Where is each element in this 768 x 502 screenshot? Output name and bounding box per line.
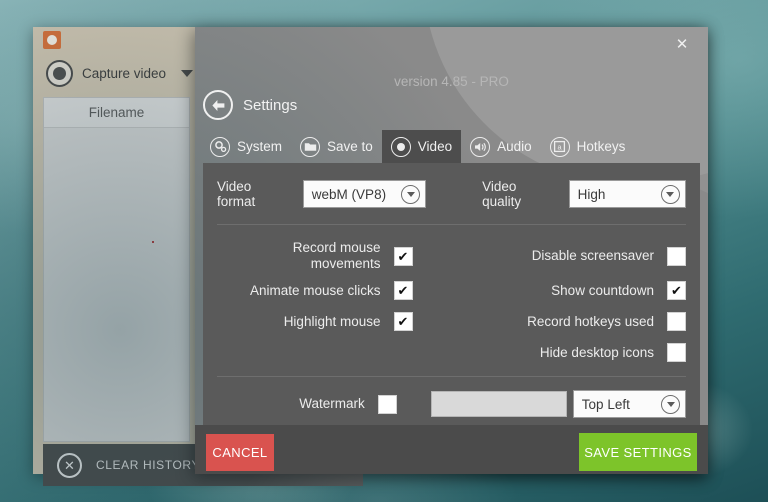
options-area: Record mouse movements ✔ Animate mouse c…: [217, 237, 686, 368]
close-icon[interactable]: ✕: [670, 32, 694, 56]
option-animate-mouse-clicks[interactable]: Animate mouse clicks ✔: [217, 275, 452, 306]
caret-down-icon[interactable]: [181, 69, 194, 77]
watermark-position-select[interactable]: Top Left: [572, 390, 686, 418]
tab-system[interactable]: System: [201, 130, 291, 163]
checkbox-hide-desktop-icons[interactable]: [667, 343, 686, 362]
capture-video-label: Capture video: [82, 65, 167, 81]
watermark-row: Watermark Top Left: [217, 390, 686, 418]
checkbox-record-mouse-movements[interactable]: ✔: [393, 246, 413, 266]
cursor-dot: [152, 241, 154, 243]
dialog-action-bar: CANCEL SAVE SETTINGS: [195, 425, 708, 474]
page-title: Settings: [243, 96, 298, 114]
record-dot-icon: [390, 136, 411, 157]
video-format-value: webM (VP8): [311, 186, 387, 202]
checkbox-show-countdown[interactable]: ✔: [667, 281, 686, 300]
option-hide-desktop-icons[interactable]: Hide desktop icons: [452, 337, 686, 368]
option-label: Record hotkeys used: [527, 313, 654, 329]
video-quality-select[interactable]: High: [568, 180, 686, 208]
close-circle-icon: ✕: [57, 452, 82, 478]
tab-hotkeys-label: Hotkeys: [576, 139, 626, 154]
gears-icon: [210, 136, 230, 157]
option-label: Highlight mouse: [283, 313, 381, 329]
video-quality-value: High: [577, 186, 606, 202]
tab-system-label: System: [237, 139, 283, 154]
watermark-label: Watermark: [299, 396, 365, 412]
tab-video[interactable]: Video: [381, 130, 462, 163]
file-list-header: Filename: [44, 98, 189, 128]
tab-audio[interactable]: Audio: [461, 130, 541, 163]
save-settings-button[interactable]: SAVE SETTINGS: [579, 433, 697, 471]
video-format-select[interactable]: webM (VP8): [302, 180, 427, 208]
clear-history-label: CLEAR HISTORY: [96, 458, 201, 472]
tab-hotkeys[interactable]: a Hotkeys: [541, 130, 635, 163]
format-quality-row: Video format webM (VP8) Video quality Hi…: [217, 179, 686, 209]
tab-video-label: Video: [417, 139, 453, 154]
divider-top: [217, 224, 686, 225]
settings-tabbar: System Save to Video Audio a Hotkeys: [201, 130, 634, 163]
watermark-text-input[interactable]: [430, 391, 567, 417]
chevron-down-icon: [660, 184, 680, 204]
speaker-icon: [470, 136, 491, 157]
option-label: Disable screensaver: [531, 248, 654, 264]
arrow-left-circle-icon[interactable]: [203, 90, 233, 120]
tab-save-to-label: Save to: [327, 139, 373, 154]
desktop-background: Capture video Filename ✕ CLEAR HISTORY ✕…: [0, 0, 768, 502]
video-quality-label: Video quality: [482, 179, 522, 209]
option-highlight-mouse[interactable]: Highlight mouse ✔: [217, 306, 452, 337]
option-show-countdown[interactable]: Show countdown ✔: [452, 275, 686, 306]
file-list[interactable]: Filename: [43, 97, 190, 442]
option-label: Hide desktop icons: [539, 344, 654, 360]
checkbox-animate-mouse-clicks[interactable]: ✔: [393, 281, 413, 300]
chevron-down-icon: [661, 394, 680, 414]
checkbox-highlight-mouse[interactable]: ✔: [393, 312, 413, 331]
checkbox-disable-screensaver[interactable]: [667, 246, 686, 266]
keyboard-key-icon: a: [549, 136, 570, 157]
option-record-hotkeys-used[interactable]: Record hotkeys used: [452, 306, 686, 337]
folder-icon: [300, 136, 321, 157]
option-label: Record mouse movements: [292, 240, 381, 271]
capture-video-button[interactable]: Capture video: [33, 53, 195, 93]
option-label: Show countdown: [551, 282, 654, 298]
tab-audio-label: Audio: [497, 139, 532, 154]
video-settings-panel: Video format webM (VP8) Video quality Hi…: [203, 163, 700, 449]
video-format-label: Video format: [217, 179, 256, 209]
app-logo-icon: [43, 31, 61, 49]
chevron-down-icon: [401, 184, 421, 204]
option-record-mouse-movements[interactable]: Record mouse movements ✔: [217, 237, 452, 275]
svg-text:a: a: [558, 142, 563, 151]
divider-bottom: [217, 376, 686, 377]
app-titlebar: [33, 27, 195, 53]
options-right-column: Disable screensaver Show countdown ✔ Rec…: [452, 237, 686, 368]
option-label: Animate mouse clicks: [249, 282, 381, 298]
checkbox-watermark[interactable]: [377, 394, 397, 414]
file-list-body[interactable]: [44, 128, 189, 441]
tab-save-to[interactable]: Save to: [291, 130, 382, 163]
settings-header: Settings: [203, 90, 297, 120]
settings-dialog: ✕ version 4.85 - PRO Settings System Sav…: [195, 27, 708, 474]
checkbox-record-hotkeys-used[interactable]: [667, 312, 686, 331]
options-left-column: Record mouse movements ✔ Animate mouse c…: [217, 237, 452, 368]
option-disable-screensaver[interactable]: Disable screensaver: [452, 237, 686, 275]
watermark-position-value: Top Left: [581, 396, 630, 412]
cancel-button[interactable]: CANCEL: [206, 434, 274, 471]
version-label: version 4.85 - PRO: [394, 74, 509, 89]
record-dot-icon: [46, 59, 73, 87]
